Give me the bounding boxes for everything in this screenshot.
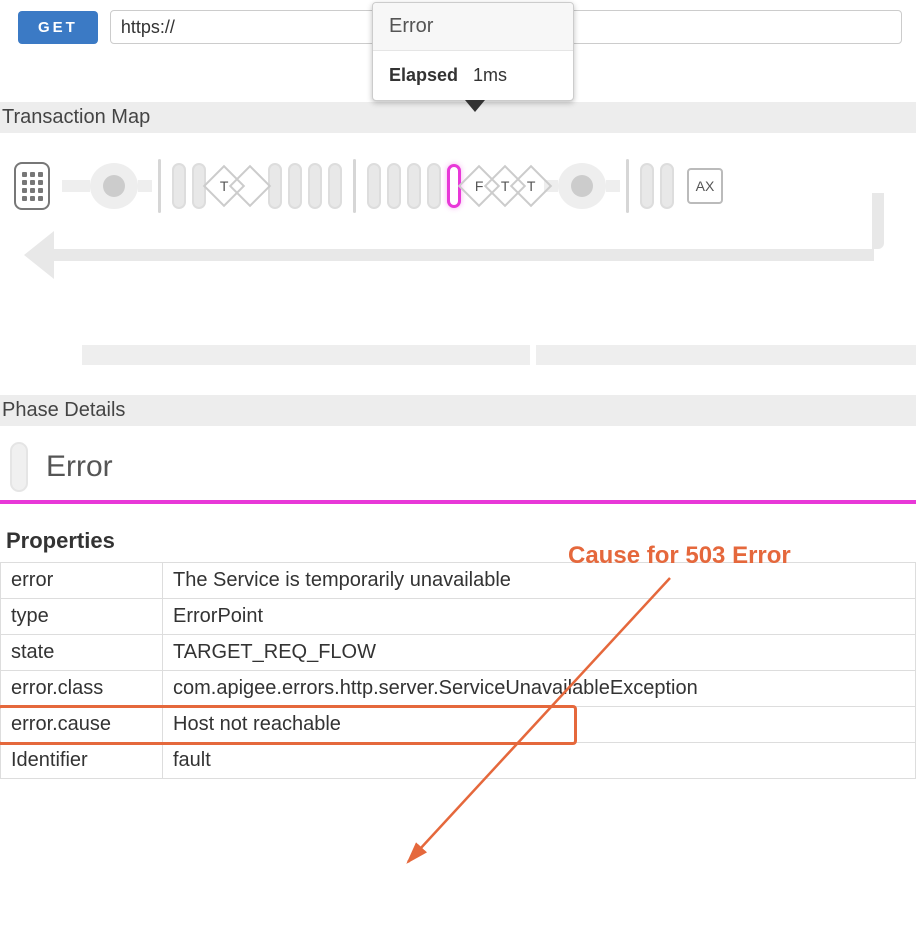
tooltip-elapsed-label: Elapsed [389,65,458,85]
flow-step[interactable] [328,163,342,209]
transaction-map[interactable]: T F T T AX [0,133,916,273]
flow-step[interactable] [308,163,322,209]
flow-step[interactable] [427,163,441,209]
tooltip-elapsed-value: 1ms [473,65,507,85]
annotation-label: Cause for 503 Error [568,542,791,570]
phase-step-icon [10,442,28,492]
scroll-track [0,345,916,365]
flow-step[interactable] [407,163,421,209]
flow-step[interactable] [640,163,654,209]
prop-key: error [1,563,163,599]
tooltip-arrow-icon [465,100,485,112]
transaction-map-header: Transaction Map [0,102,916,133]
properties-table: error The Service is temporarily unavail… [0,562,916,779]
prop-value: TARGET_REQ_FLOW [163,635,916,671]
phase-title: Error [46,450,113,484]
tooltip-title: Error [373,3,573,51]
prop-value: The Service is temporarily unavailable [163,563,916,599]
flow-step[interactable] [660,163,674,209]
prop-key: state [1,635,163,671]
flow-step[interactable] [367,163,381,209]
http-method-button[interactable]: GET [18,11,98,44]
prop-value: fault [163,743,916,779]
flow-target-ax[interactable]: AX [687,168,723,204]
table-row: Identifier fault [1,743,916,779]
prop-value-text: Host not reachable [173,713,341,735]
prop-value: com.apigee.errors.http.server.ServiceUna… [163,671,916,707]
table-row-highlighted: error.cause Host not reachable [1,707,916,743]
table-row: error.class com.apigee.errors.http.serve… [1,671,916,707]
flow-condition[interactable]: T [510,165,552,207]
flow-step[interactable] [288,163,302,209]
flow-node[interactable] [558,163,606,209]
table-row: state TARGET_REQ_FLOW [1,635,916,671]
phase-details-header: Phase Details [0,395,916,426]
prop-value: ErrorPoint [163,599,916,635]
step-tooltip: Error Elapsed 1ms [372,2,574,101]
prop-key: error.class [1,671,163,707]
prop-key: error.cause [1,707,163,743]
table-row: type ErrorPoint [1,599,916,635]
flow-step[interactable] [387,163,401,209]
tooltip-body: Elapsed 1ms [373,51,573,100]
prop-value: Host not reachable [163,707,916,743]
prop-key: type [1,599,163,635]
flow-node[interactable] [90,163,138,209]
client-device-icon [14,162,50,210]
phase-title-row: Error [0,426,916,504]
prop-key: Identifier [1,743,163,779]
flow-step[interactable] [172,163,186,209]
